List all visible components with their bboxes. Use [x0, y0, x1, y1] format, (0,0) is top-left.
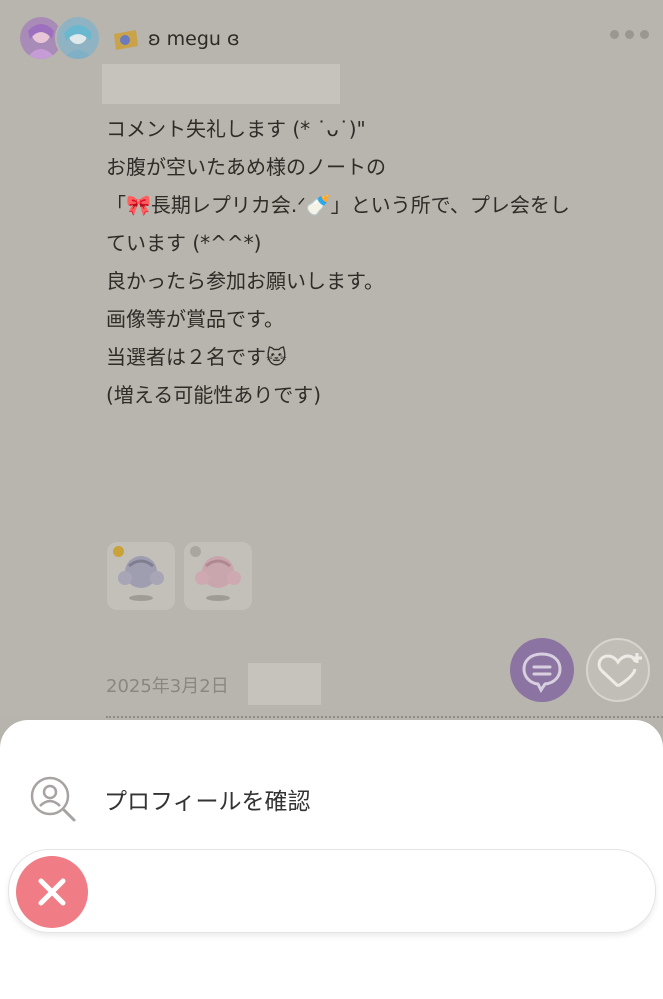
item-thumbnail[interactable] [107, 542, 175, 610]
close-bar [8, 849, 656, 933]
body-line: 当選者は２名です🐱 [106, 345, 287, 369]
user-badge-icon [110, 26, 140, 52]
body-line: 良かったら参加お願いします。 [106, 269, 384, 293]
body-line: コメント失礼します (* ˙ᴗ˙)" [106, 117, 366, 141]
view-profile-item[interactable]: プロフィールを確認 [0, 768, 663, 828]
body-line: お腹が空いたあめ様のノートの [106, 155, 386, 179]
like-button[interactable] [586, 638, 650, 702]
comment-button[interactable] [510, 638, 574, 702]
username[interactable]: ʚ megu ɞ [148, 28, 240, 50]
bottom-sheet: プロフィールを確認 [0, 720, 663, 999]
body-line: 画像等が賞品です。 [106, 307, 284, 331]
redacted-block [102, 64, 340, 104]
avatar[interactable] [55, 15, 101, 61]
item-thumbnail[interactable] [184, 542, 252, 610]
speech-bubble-icon [522, 652, 562, 693]
body-line: (増える可能性ありです) [106, 383, 322, 407]
redacted-block [248, 663, 321, 705]
post-body: コメント失礼します (* ˙ᴗ˙)" お腹が空いたあめ様のノートの 「🎀長期レプ… [106, 110, 636, 414]
post-card: ʚ megu ɞ コメント失礼します (* ˙ᴗ˙)" お腹が空いたあめ様のノー… [0, 0, 663, 718]
close-icon [38, 878, 66, 906]
divider [106, 716, 663, 718]
close-button[interactable] [16, 856, 88, 928]
heart-plus-icon [597, 653, 642, 688]
profile-search-icon [28, 774, 80, 826]
menu-item-label: プロフィールを確認 [104, 789, 311, 815]
body-line: ています (*^^*) [106, 231, 262, 255]
body-line: 「🎀長期レプリカ会.ᐟ🍼」という所で、プレ会をし [106, 193, 570, 217]
more-options-icon[interactable] [610, 30, 649, 39]
post-date: 2025年3月2日 [106, 676, 229, 697]
